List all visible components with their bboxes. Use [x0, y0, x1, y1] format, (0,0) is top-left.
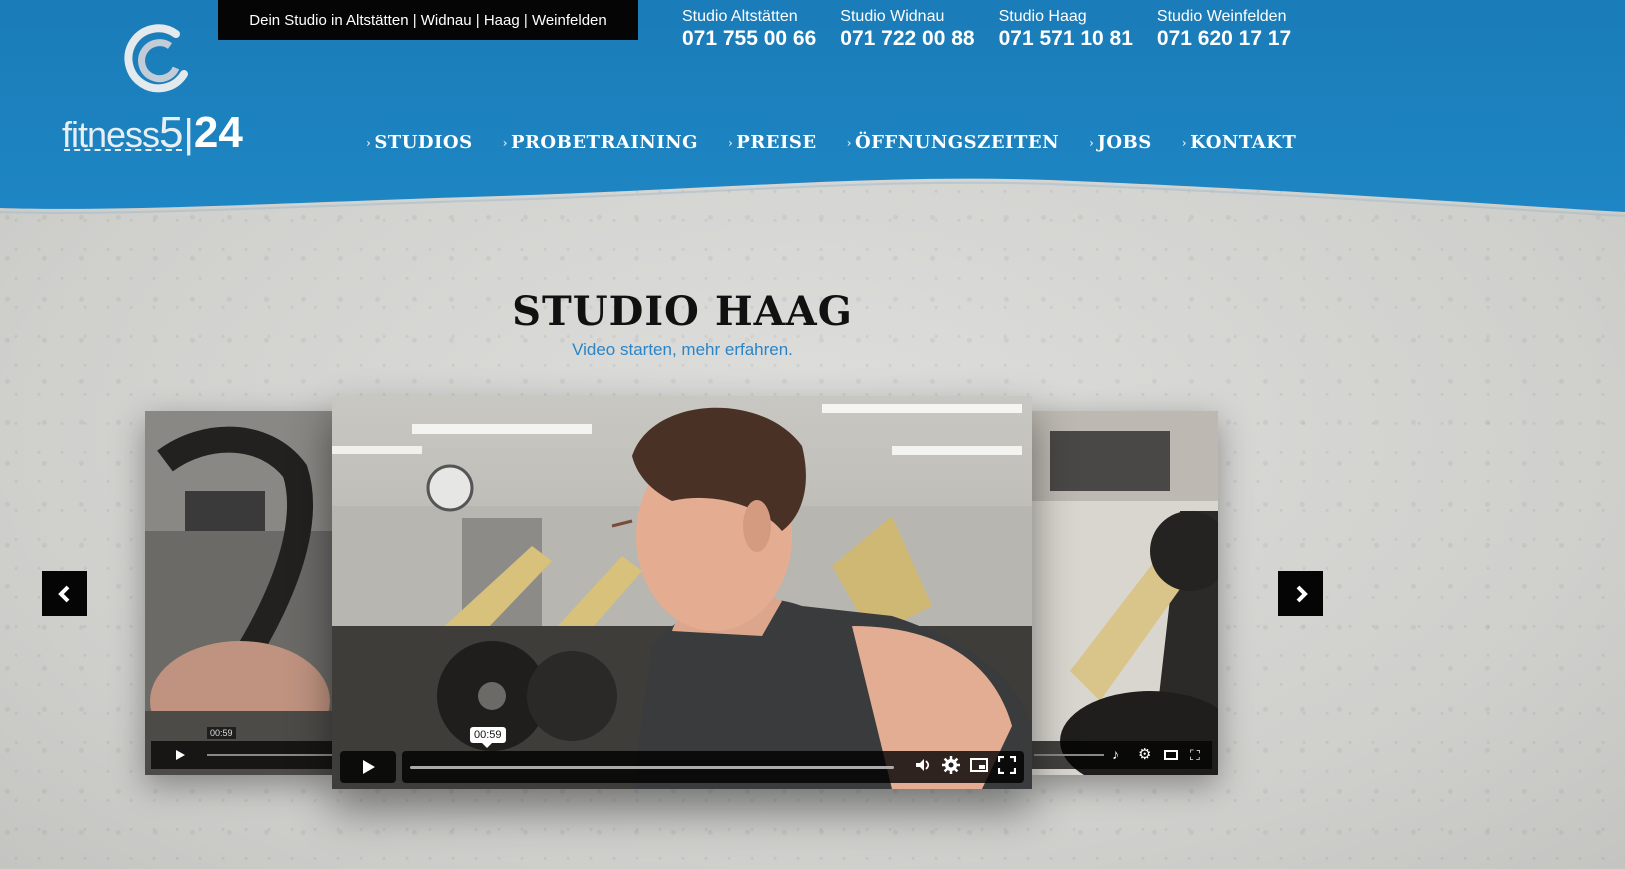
phone-label: Studio Altstätten: [682, 8, 798, 25]
volume-icon[interactable]: ♪: [1112, 746, 1119, 762]
slider-prev-button[interactable]: [42, 571, 87, 616]
nav-label: JOBS: [1097, 132, 1152, 153]
progress-bar[interactable]: [1034, 754, 1104, 756]
phone-weinfelden[interactable]: Studio Weinfelden 071 620 17 17: [1157, 8, 1291, 52]
chevron-left-icon: [57, 585, 69, 602]
time-tooltip: 00:59: [470, 727, 506, 748]
phone-haag[interactable]: Studio Haag 071 571 10 81: [999, 8, 1133, 52]
video-right-controls: [904, 755, 1017, 779]
time-tooltip: 00:59: [207, 727, 236, 739]
nav-item-preise[interactable]: › PREISE: [728, 132, 817, 153]
nav-item-kontakt[interactable]: › KONTAKT: [1182, 132, 1297, 153]
play-icon[interactable]: [173, 748, 187, 762]
phone-number[interactable]: 071 722 00 88: [840, 26, 974, 52]
video-controls-prev: [151, 741, 335, 769]
page-subtitle: Video starten, mehr erfahren.: [572, 340, 793, 359]
nav-label: PREISE: [736, 132, 817, 153]
logo-text-24: 24: [193, 108, 243, 157]
main-nav: › STUDIOS › PROBETRAINING › PREISE › ÖFFNUNG…: [366, 132, 1326, 153]
chevron-right-icon: ›: [1181, 135, 1188, 150]
video-thumbnail-next: [1030, 411, 1218, 775]
volume-icon[interactable]: [914, 756, 932, 779]
fullscreen-icon[interactable]: [997, 755, 1017, 779]
phone-widnau[interactable]: Studio Widnau 071 722 00 88: [840, 8, 974, 52]
chevron-right-icon: ›: [502, 135, 508, 150]
gear-icon[interactable]: ⚙: [1138, 745, 1151, 763]
chevron-right-icon: ›: [366, 135, 372, 150]
phone-altstaetten[interactable]: Studio Altstätten 071 755 00 66: [682, 8, 816, 52]
nav-item-probetraining[interactable]: › PROBETRAINING: [503, 132, 698, 153]
chevron-right-icon: ›: [1089, 135, 1095, 150]
phone-label: Studio Haag: [998, 8, 1087, 25]
progress-bar[interactable]: [207, 754, 335, 756]
play-button[interactable]: [340, 751, 396, 783]
video-thumbnail: [332, 396, 1032, 789]
nav-label: KONTAKT: [1190, 132, 1297, 153]
phone-number[interactable]: 071 571 10 81: [999, 26, 1133, 52]
phone-number[interactable]: 071 755 00 66: [682, 26, 816, 52]
slider-next-button[interactable]: [1278, 571, 1323, 616]
chevron-right-icon: [1296, 585, 1308, 602]
play-icon: [363, 760, 375, 774]
video-player[interactable]: 00:59: [332, 396, 1032, 789]
progress-bar[interactable]: [410, 765, 894, 769]
nav-label: STUDIOS: [374, 132, 473, 153]
video-slide-prev[interactable]: 00:59: [145, 411, 335, 775]
logo-dash-line: [64, 149, 182, 151]
nav-item-studios[interactable]: › STUDIOS: [366, 132, 473, 153]
fullscreen-icon[interactable]: ⛶: [1190, 747, 1200, 764]
nav-label: ÖFFNUNGSZEITEN: [854, 132, 1060, 153]
video-controls-next: ♪ ⚙ ⛶: [1030, 741, 1212, 769]
gear-icon[interactable]: [942, 755, 960, 779]
picture-in-picture-icon[interactable]: [970, 756, 988, 779]
phone-label: Studio Widnau: [840, 8, 945, 25]
topbar-locations: Dein Studio in Altstätten | Widnau | Haa…: [218, 0, 638, 40]
picture-in-picture-icon[interactable]: [1164, 750, 1178, 760]
nav-label: PROBETRAINING: [510, 132, 698, 153]
video-slide-next[interactable]: ♪ ⚙ ⛶: [1030, 411, 1218, 775]
phone-list: Studio Altstätten 071 755 00 66 Studio W…: [682, 8, 1315, 52]
chevron-right-icon: ›: [727, 135, 734, 150]
video-controls: 00:59: [340, 727, 1024, 783]
video-control-bar: 00:59: [402, 727, 1024, 783]
nav-item-jobs[interactable]: › JOBS: [1089, 132, 1152, 153]
page-title: STUDIO HAAG: [512, 288, 853, 335]
chevron-right-icon: ›: [846, 135, 852, 150]
video-thumbnail-prev: [145, 411, 335, 775]
phone-number[interactable]: 071 620 17 17: [1157, 26, 1291, 52]
phone-label: Studio Weinfelden: [1156, 8, 1287, 25]
nav-item-oeffnungszeiten[interactable]: › ÖFFNUNGSZEITEN: [847, 132, 1059, 153]
